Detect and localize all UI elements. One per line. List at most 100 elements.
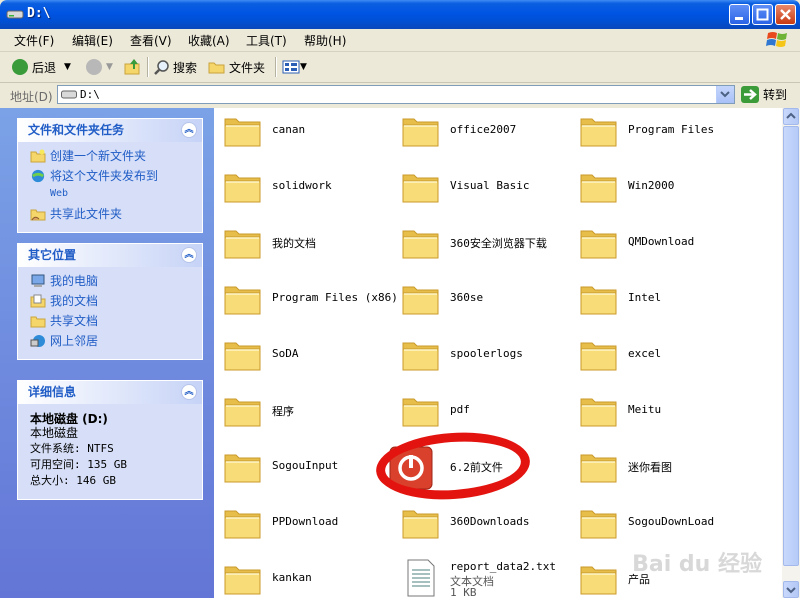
menu-edit[interactable]: 编辑(E) (72, 32, 113, 49)
file-tasks-panel: 文件和文件夹任务 ︽ 创建一个新文件夹 将这个文件夹发布到 Web 共享此文件夹 (17, 118, 203, 233)
drive-total-size: 总大小: 146 GB (30, 474, 116, 487)
scroll-up-button[interactable] (783, 108, 799, 125)
folder-item[interactable]: 程序 (214, 390, 384, 434)
folder-icon (580, 398, 617, 427)
details-header[interactable]: 详细信息 ︽ (18, 381, 202, 404)
watermark: Bai du 经验 (632, 552, 762, 577)
folder-item[interactable]: Win2000 (570, 166, 740, 210)
toolbar-separator (275, 57, 277, 77)
folder-icon (402, 174, 439, 203)
folder-item[interactable]: QMDownload (570, 222, 740, 266)
folder-item[interactable]: pdf (392, 390, 562, 434)
folder-icon (224, 454, 261, 483)
other-places-header[interactable]: 其它位置 ︽ (18, 244, 202, 267)
folder-item[interactable]: Program Files (x86) (214, 278, 398, 322)
folders-button[interactable]: 文件夹 (208, 58, 265, 76)
task-publish-web[interactable]: 将这个文件夹发布到 Web (30, 168, 192, 202)
item-name: 我的文档 (272, 237, 316, 250)
collapse-icon[interactable]: ︽ (181, 384, 197, 400)
drive-free-space: 可用空间: 135 GB (30, 458, 127, 471)
folder-icon (224, 398, 261, 427)
scroll-down-button[interactable] (783, 581, 799, 598)
folder-item[interactable]: Program Files (570, 110, 740, 154)
folder-icon (402, 230, 439, 259)
place-label: 网上邻居 (50, 334, 99, 348)
up-folder-button[interactable] (124, 58, 142, 76)
address-input[interactable]: D:\ (57, 85, 735, 104)
menu-tools[interactable]: 工具(T) (246, 32, 287, 49)
toolbar: 后退 ▼ ▼ 搜索 文件夹 ▼ (0, 52, 800, 83)
item-name: SogouInput (272, 459, 339, 472)
views-button[interactable]: ▼ (282, 58, 307, 76)
back-button[interactable]: 后退 ▼ (12, 58, 71, 76)
address-dropdown-button[interactable] (716, 86, 734, 103)
folder-item[interactable]: SoDA (214, 334, 384, 378)
search-label: 搜索 (173, 60, 198, 75)
item-name: excel (628, 347, 662, 360)
network-icon (30, 335, 45, 347)
go-button[interactable]: 转到 (741, 86, 787, 103)
folder-item[interactable]: spoolerlogs (392, 334, 562, 378)
place-label: 我的电脑 (50, 274, 99, 288)
folder-item[interactable]: Intel (570, 278, 740, 322)
file-name: report_data2.txt (450, 560, 556, 573)
vertical-scrollbar[interactable] (782, 108, 800, 598)
collapse-icon[interactable]: ︽ (181, 122, 197, 138)
folder-item[interactable]: SogouDownLoad (570, 502, 740, 546)
forward-button[interactable]: ▼ (86, 58, 113, 76)
folder-icon (580, 286, 617, 315)
place-label: 共享文档 (50, 314, 99, 328)
place-shared-docs[interactable]: 共享文档 (30, 313, 192, 329)
menu-file[interactable]: 文件(F) (14, 32, 54, 49)
address-bar: 地址(D) D:\ 转到 (0, 83, 800, 107)
menu-favorites[interactable]: 收藏(A) (188, 32, 230, 49)
folder-item[interactable]: 我的文档 (214, 222, 384, 266)
folder-item[interactable]: kankan (214, 558, 384, 598)
folder-item[interactable]: canan (214, 110, 384, 154)
folder-item[interactable]: 360se (392, 278, 562, 322)
new-folder-icon (30, 149, 46, 163)
collapse-icon[interactable]: ︽ (181, 247, 197, 263)
folder-item[interactable]: 360安全浏览器下载 (392, 222, 562, 266)
item-name: pdf (450, 403, 470, 416)
place-my-documents[interactable]: 我的文档 (30, 293, 192, 309)
dropdown-arrow-icon: ▼ (300, 62, 307, 72)
file-tasks-header[interactable]: 文件和文件夹任务 ︽ (18, 119, 202, 142)
place-network[interactable]: 网上邻居 (30, 333, 192, 349)
item-name: spoolerlogs (450, 347, 523, 360)
file-item[interactable]: report_data2.txt 文本文档 1 KB (392, 558, 562, 598)
folder-icon (224, 286, 261, 315)
search-button[interactable]: 搜索 (153, 58, 197, 76)
folder-icon (580, 454, 617, 483)
close-button[interactable] (775, 4, 796, 25)
close-icon (780, 9, 791, 20)
folder-item[interactable]: solidwork (214, 166, 384, 210)
folder-icon (402, 342, 439, 371)
panel-title: 详细信息 (28, 385, 77, 399)
folder-icon (224, 118, 261, 147)
folder-icon (580, 342, 617, 371)
folder-item[interactable]: 迷你看图 (570, 446, 740, 490)
folder-icon (580, 118, 617, 147)
folders-label: 文件夹 (229, 60, 266, 75)
folder-item[interactable]: SogouInput (214, 446, 384, 490)
folder-item[interactable]: PPDownload (214, 502, 384, 546)
place-my-computer[interactable]: 我的电脑 (30, 273, 192, 289)
scroll-thumb[interactable] (783, 126, 799, 566)
minimize-button[interactable] (729, 4, 750, 25)
menu-view[interactable]: 查看(V) (130, 32, 172, 49)
item-name: 360se (450, 291, 484, 304)
back-label: 后退 (32, 60, 57, 75)
folder-item[interactable]: 360Downloads (392, 502, 562, 546)
menu-help[interactable]: 帮助(H) (304, 32, 346, 49)
task-new-folder[interactable]: 创建一个新文件夹 (30, 148, 192, 164)
task-share-folder[interactable]: 共享此文件夹 (30, 206, 192, 222)
folder-icon (402, 286, 439, 315)
folder-item[interactable]: Meitu (570, 390, 740, 434)
folder-item[interactable]: office2007 (392, 110, 562, 154)
item-name: solidwork (272, 179, 332, 192)
maximize-button[interactable] (752, 4, 773, 25)
folder-item[interactable]: Visual Basic (392, 166, 562, 210)
folder-item[interactable]: excel (570, 334, 740, 378)
title-bar[interactable]: D:\ (0, 0, 800, 29)
